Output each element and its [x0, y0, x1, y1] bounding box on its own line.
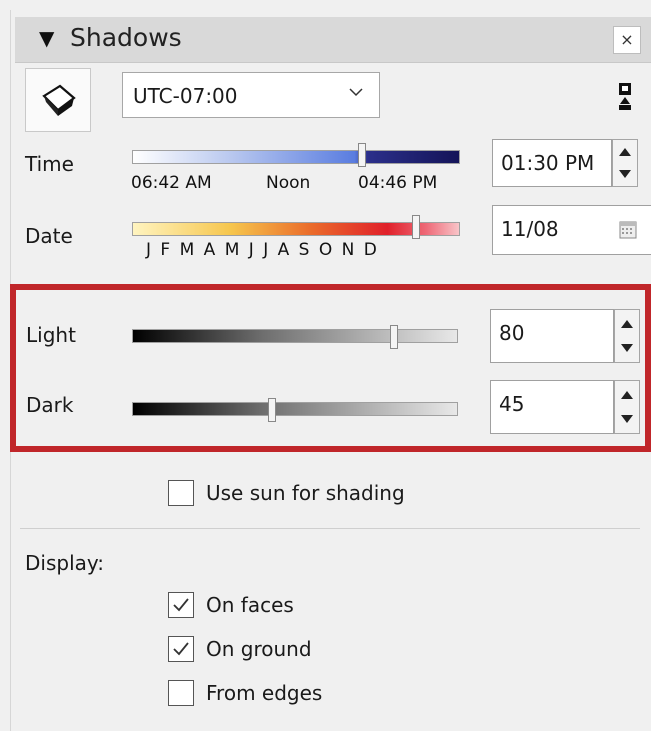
dark-value: 45 — [499, 392, 525, 416]
checkmark-icon — [173, 598, 189, 612]
date-slider[interactable] — [132, 222, 460, 236]
time-increment-button[interactable] — [613, 140, 637, 163]
show-shadows-toggle[interactable] — [25, 68, 91, 132]
timezone-select[interactable]: UTC-07:00 — [122, 72, 380, 118]
light-spinner[interactable] — [614, 309, 640, 363]
on-ground-checkbox[interactable] — [168, 636, 194, 662]
panel-header[interactable]: ▼ Shadows × — [15, 17, 651, 63]
noon-label: Noon — [266, 173, 311, 193]
light-label: Light — [26, 323, 76, 347]
section-divider — [20, 528, 640, 529]
down-arrow-icon — [621, 344, 633, 352]
dark-label: Dark — [26, 393, 74, 417]
use-sun-checkbox[interactable] — [168, 480, 194, 506]
up-arrow-icon — [621, 391, 633, 399]
time-slider-thumb[interactable] — [358, 143, 366, 167]
panel-title: Shadows — [70, 23, 182, 52]
up-arrow-icon — [621, 320, 633, 328]
timezone-value: UTC-07:00 — [133, 84, 238, 108]
from-edges-checkbox[interactable] — [168, 680, 194, 706]
on-ground-label[interactable]: On ground — [206, 637, 312, 661]
up-arrow-icon — [619, 148, 631, 156]
date-slider-thumb[interactable] — [412, 215, 420, 239]
down-arrow-icon — [621, 415, 633, 423]
dark-decrement-button[interactable] — [615, 407, 639, 433]
light-increment-button[interactable] — [615, 310, 639, 336]
dark-input[interactable]: 45 — [490, 380, 614, 434]
light-slider-thumb[interactable] — [390, 325, 398, 349]
checkmark-icon — [173, 642, 189, 656]
down-arrow-icon — [619, 170, 631, 178]
dark-increment-button[interactable] — [615, 381, 639, 407]
from-edges-label[interactable]: From edges — [206, 681, 322, 705]
month-labels: J F M A M J J A S O N D — [146, 240, 379, 260]
display-label: Display: — [25, 551, 105, 575]
close-button[interactable]: × — [613, 26, 641, 54]
dark-slider-thumb[interactable] — [268, 398, 276, 422]
dark-slider[interactable] — [132, 402, 458, 416]
use-sun-label[interactable]: Use sun for shading — [206, 481, 405, 505]
time-input[interactable]: 01:30 PM — [492, 139, 612, 187]
sunrise-label: 06:42 AM — [131, 173, 212, 193]
date-input[interactable]: 11/08 — [492, 205, 651, 255]
light-decrement-button[interactable] — [615, 336, 639, 362]
light-value: 80 — [499, 321, 525, 345]
pin-icon[interactable] — [617, 82, 633, 112]
on-faces-label[interactable]: On faces — [206, 593, 294, 617]
shadow-cube-icon — [42, 84, 76, 116]
time-value: 01:30 PM — [501, 151, 595, 175]
calendar-icon[interactable] — [619, 221, 637, 239]
time-label: Time — [25, 152, 74, 176]
date-label: Date — [25, 224, 73, 248]
chevron-down-icon — [349, 88, 363, 97]
triangle-down-icon[interactable]: ▼ — [39, 26, 54, 50]
sunset-label: 04:46 PM — [358, 173, 438, 193]
on-faces-checkbox[interactable] — [168, 592, 194, 618]
light-slider[interactable] — [132, 329, 458, 343]
light-input[interactable]: 80 — [490, 309, 614, 363]
dark-spinner[interactable] — [614, 380, 640, 434]
time-decrement-button[interactable] — [613, 163, 637, 186]
time-spinner[interactable] — [612, 139, 638, 187]
time-slider[interactable] — [132, 150, 460, 164]
date-value: 11/08 — [501, 217, 559, 241]
